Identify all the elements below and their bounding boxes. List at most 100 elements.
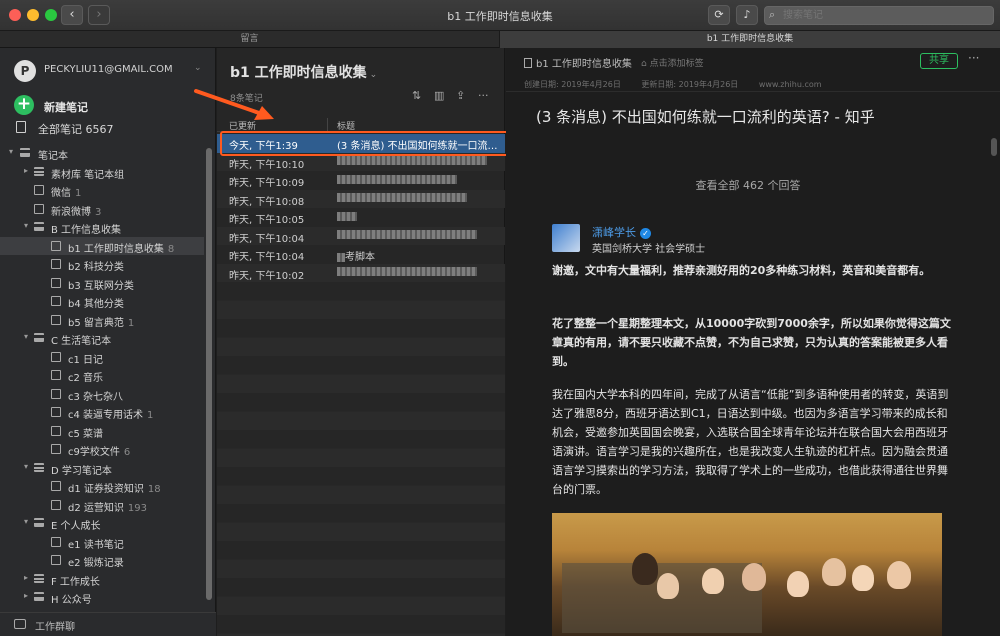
work-chat-label: 工作群聊: [35, 622, 75, 633]
sidebar-item-10[interactable]: ▾ C 生活笔记本: [0, 329, 204, 348]
sidebar-item-18[interactable]: d1 证券投资知识 18: [0, 477, 204, 496]
sidebar-item-14[interactable]: c4 装逼专用话术 1: [0, 403, 204, 422]
source-url[interactable]: www.zhihu.com: [759, 80, 822, 89]
avatar: P: [14, 60, 36, 82]
disclosure-collapsed-icon[interactable]: ▸: [24, 166, 28, 175]
note-title: [337, 230, 502, 241]
chat-icon: [14, 619, 26, 629]
note-row[interactable]: 昨天, 下午10:04: [217, 226, 505, 245]
note-title: [337, 174, 502, 185]
sidebar-item-0[interactable]: ▾ 笔记本: [0, 144, 204, 163]
note-title-text: 考脚本: [345, 252, 375, 263]
sidebar-item-13[interactable]: c3 杂七杂八: [0, 385, 204, 404]
more-options-icon[interactable]: ···: [478, 89, 489, 102]
sidebar-scrollbar[interactable]: [206, 148, 212, 600]
disclosure-expanded-icon[interactable]: ▾: [9, 147, 13, 156]
minimize-window-button[interactable]: [27, 9, 39, 21]
work-chat-item[interactable]: 工作群聊: [0, 612, 216, 636]
sidebar-item-23[interactable]: ▸ F 工作成长: [0, 570, 204, 589]
sidebar-item-text: d2 运营知识: [68, 502, 124, 514]
sidebar-item-label: c9学校文件 6: [68, 443, 130, 458]
sidebar-item-12[interactable]: c2 音乐: [0, 366, 204, 385]
sidebar-item-5[interactable]: b1 工作即时信息收集 8: [0, 236, 204, 255]
sidebar-item-text: c1 日记: [68, 354, 104, 366]
zoom-window-button[interactable]: [45, 9, 57, 21]
note-scrollbar[interactable]: [991, 138, 997, 156]
sidebar-item-label: e2 锻炼记录: [68, 554, 124, 569]
disclosure-expanded-icon[interactable]: ▾: [24, 517, 28, 526]
disclosure-collapsed-icon[interactable]: ▸: [24, 591, 28, 600]
author-name[interactable]: 潇峰学长: [592, 226, 636, 239]
tab-message[interactable]: 留言: [0, 31, 500, 48]
note-row[interactable]: 昨天, 下午10:08: [217, 189, 505, 208]
search-input[interactable]: [783, 8, 988, 23]
all-notes-count: 6567: [85, 123, 114, 136]
sidebar-item-3[interactable]: 新浪微博 3: [0, 200, 204, 219]
forward-button[interactable]: ›: [88, 5, 110, 25]
note-notebook-selector[interactable]: b1 工作即时信息收集: [524, 55, 632, 70]
sort-icon[interactable]: ⇅: [412, 89, 421, 102]
chevron-down-icon[interactable]: ⌄: [194, 63, 202, 73]
sidebar-item-7[interactable]: b3 互联网分类: [0, 274, 204, 293]
notebook-stack-icon: [34, 592, 44, 601]
note-icon: [16, 121, 26, 133]
author-avatar[interactable]: [552, 224, 580, 252]
share-button[interactable]: 共享: [920, 53, 958, 69]
sidebar-item-2[interactable]: 微信 1: [0, 181, 204, 200]
notebook-tree: ▾ 笔记本 ▸ 素材库 笔记本组 微信 1 新浪微博 3 ▾ B 工作信息收集 b1 工作即时信息收…: [0, 144, 204, 607]
close-window-button[interactable]: [9, 9, 21, 21]
sidebar-item-8[interactable]: b4 其他分类: [0, 292, 204, 311]
sidebar-item-text: E 个人成长: [51, 521, 101, 532]
column-divider[interactable]: [327, 118, 328, 131]
notifications-button[interactable]: ♪: [736, 5, 758, 25]
sidebar-item-20[interactable]: ▾ E 个人成长: [0, 514, 204, 533]
sidebar-item-1[interactable]: ▸ 素材库 笔记本组: [0, 163, 204, 182]
sidebar-item-text: B 工作信息收集: [51, 225, 122, 236]
view-toggle-icon[interactable]: ▥: [434, 89, 444, 102]
sidebar-item-label: d2 运营知识 193: [68, 499, 147, 514]
disclosure-expanded-icon[interactable]: ▾: [24, 221, 28, 230]
chevron-right-icon: ›: [96, 7, 102, 22]
sidebar-item-label: b3 互联网分类: [68, 277, 134, 292]
note-row[interactable]: 昨天, 下午10:09: [217, 171, 505, 190]
note-row[interactable]: 昨天, 下午10:04 考脚本: [217, 245, 505, 264]
disclosure-expanded-icon[interactable]: ▾: [24, 462, 28, 471]
add-tag-field[interactable]: ⌂ 点击添加标签: [641, 56, 704, 69]
note-date: 昨天, 下午10:09: [229, 178, 305, 189]
sidebar-item-label: c2 音乐: [68, 369, 103, 384]
sidebar-item-15[interactable]: c5 菜谱: [0, 422, 204, 441]
notebook-icon: [51, 555, 61, 565]
sidebar-item-text: c3 杂七杂八: [68, 391, 124, 403]
disclosure-collapsed-icon[interactable]: ▸: [24, 573, 28, 582]
notebook-title-dropdown[interactable]: b1 工作即时信息收集 ⌄: [230, 62, 377, 82]
sync-button[interactable]: ⟳: [708, 5, 730, 25]
note-title: [337, 193, 502, 204]
tab-current-note[interactable]: b1 工作即时信息收集: [500, 31, 1000, 48]
sidebar-item-text: c2 音乐: [68, 373, 104, 384]
sidebar-item-text: c9学校文件: [68, 447, 120, 458]
sidebar-item-11[interactable]: c1 日记: [0, 348, 204, 367]
sidebar-item-label: d1 证券投资知识 18: [68, 480, 161, 495]
sidebar-item-19[interactable]: d2 运营知识 193: [0, 496, 204, 515]
created-date: 创建日期: 2019年4月26日: [524, 80, 621, 89]
sidebar-item-6[interactable]: b2 科技分类: [0, 255, 204, 274]
sidebar-item-17[interactable]: ▾ D 学习笔记本: [0, 459, 204, 478]
notebook-icon: [51, 314, 61, 325]
note-row[interactable]: 昨天, 下午10:02: [217, 263, 505, 282]
sidebar-item-24[interactable]: ▸ H 公众号: [0, 588, 204, 607]
sidebar-item-4[interactable]: ▾ B 工作信息收集: [0, 218, 204, 237]
paragraph-2: 花了整整一个星期整理本文，从10000字砍到7000余字，所以如果你觉得这篇文章…: [552, 317, 951, 368]
search-box[interactable]: ⌕: [764, 6, 994, 25]
view-all-answers-link[interactable]: 查看全部 462 个回答: [506, 177, 990, 193]
note-row[interactable]: 昨天, 下午10:05: [217, 208, 505, 227]
sidebar-item-21[interactable]: e1 读书笔记: [0, 533, 204, 552]
sidebar-item-16[interactable]: c9学校文件 6: [0, 440, 204, 459]
disclosure-expanded-icon[interactable]: ▾: [24, 332, 28, 341]
more-options-icon[interactable]: ···: [968, 51, 979, 65]
redacted-text: [337, 193, 467, 202]
sidebar-item-22[interactable]: e2 锻炼记录: [0, 551, 204, 570]
sidebar-item-9[interactable]: b5 留言典范 1: [0, 311, 204, 330]
sidebar-item-text: b1 工作即时信息收集: [68, 243, 164, 255]
back-button[interactable]: ‹: [61, 5, 83, 25]
share-notebook-icon[interactable]: ⇪: [456, 89, 465, 102]
